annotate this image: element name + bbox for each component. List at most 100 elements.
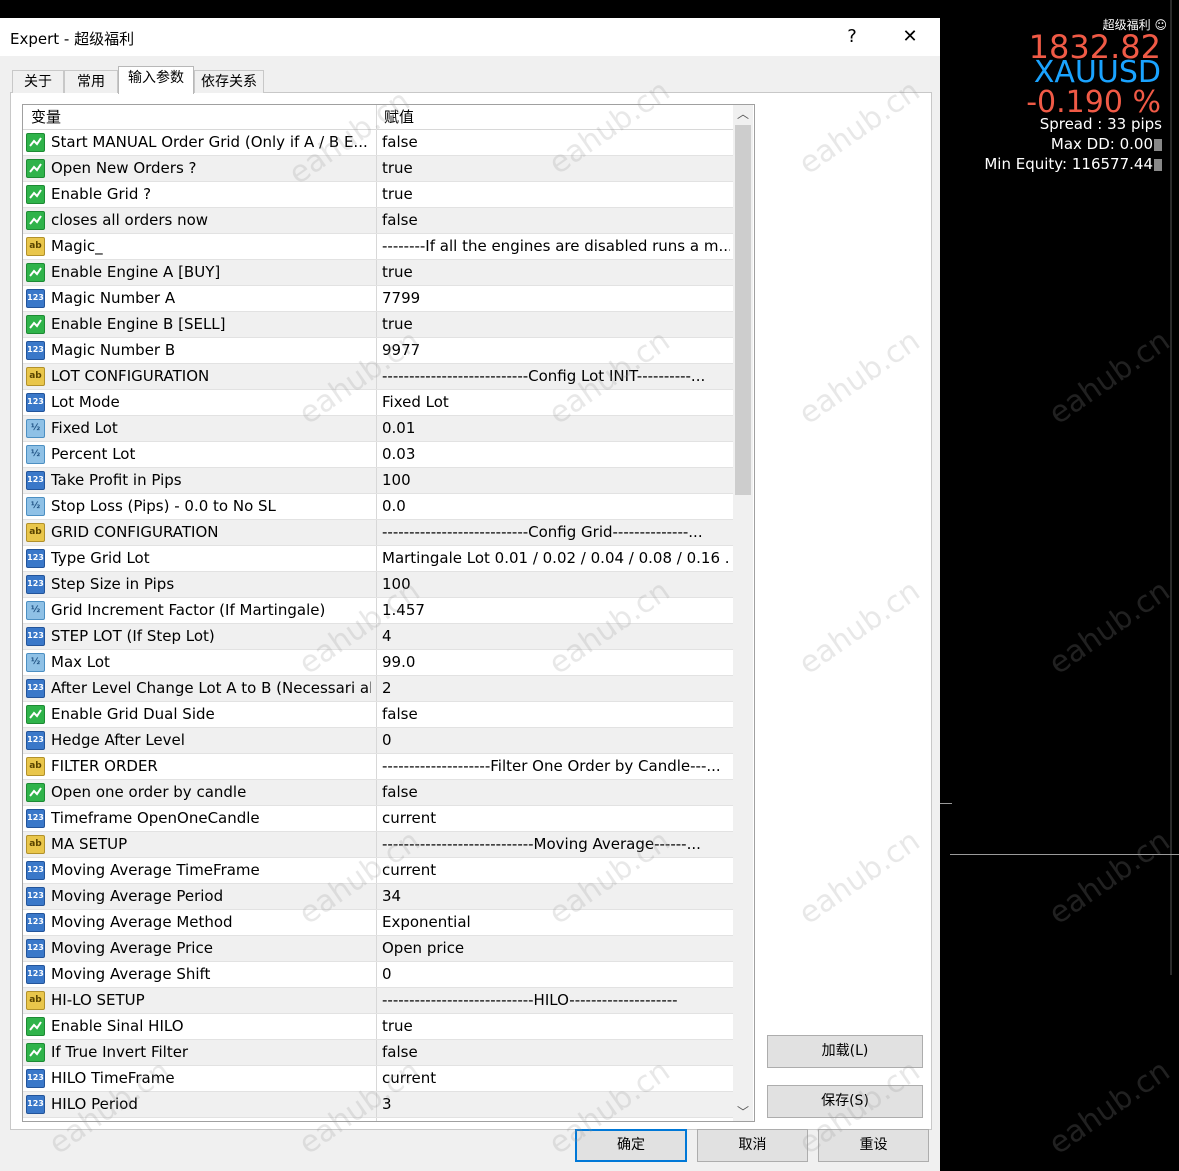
parameter-value[interactable]: Martingale Lot 0.01 / 0.02 / 0.04 / 0.08… [382,546,730,570]
column-header-value[interactable]: 赋值 [384,105,414,129]
parameter-row[interactable]: Enable Engine B [SELL] true [23,312,733,338]
parameter-row[interactable]: ab FILTER ORDER --------------------Filter… [23,754,733,780]
column-header-variable[interactable]: 变量 [31,105,61,129]
parameter-value[interactable]: true [382,182,730,206]
parameter-value[interactable]: 0 [382,962,730,986]
cancel-button[interactable]: 取消 [697,1129,808,1162]
parameter-value[interactable]: Exponential [382,910,730,934]
parameter-value[interactable]: ---------------------------Config Grid--… [382,520,730,544]
parameter-value[interactable]: 100 [382,468,730,492]
integer-type-icon: 123 [26,549,45,568]
parameter-value[interactable]: 0.01 [382,416,730,440]
parameter-value[interactable]: 0 [382,728,730,752]
vertical-scrollbar[interactable]: ︿ ﹀ [733,105,753,1121]
parameter-row[interactable]: ab LOT CONFIGURATION ---------------------… [23,364,733,390]
parameter-row[interactable]: 123 After Level Change Lot A to B (Necess… [23,676,733,702]
parameter-row[interactable]: Start MANUAL Order Grid (Only if A / B E… [23,130,733,156]
parameter-row[interactable]: Open one order by candle false [23,780,733,806]
parameter-value[interactable]: Exponential [382,1118,730,1121]
scroll-up-icon[interactable]: ︿ [733,105,753,123]
parameter-row[interactable]: 123 HILO Method Exponential [23,1118,733,1121]
parameter-row[interactable]: ab Magic_ --------If all the engines are d… [23,234,733,260]
parameter-value[interactable]: current [382,806,730,830]
parameter-value[interactable]: 34 [382,884,730,908]
parameter-row[interactable]: ½ Percent Lot 0.03 [23,442,733,468]
tab-dependencies[interactable]: 依存关系 [194,70,264,93]
parameter-row[interactable]: Enable Sinal HILO true [23,1014,733,1040]
parameter-value[interactable]: 2 [382,676,730,700]
load-button[interactable]: 加载(L) [767,1035,923,1068]
parameter-row[interactable]: ½ Fixed Lot 0.01 [23,416,733,442]
parameter-row[interactable]: 123 Lot Mode Fixed Lot [23,390,733,416]
parameter-value[interactable]: 99.0 [382,650,730,674]
parameter-value[interactable]: false [382,1040,730,1064]
parameter-value[interactable]: true [382,260,730,284]
tab-inputs[interactable]: 输入参数 [118,66,194,94]
close-button[interactable]: ✕ [896,24,924,50]
tab-common[interactable]: 常用 [64,70,118,93]
parameter-value[interactable]: false [382,130,730,154]
close-icon[interactable] [1154,158,1162,171]
parameter-value[interactable]: ---------------------------Config Lot IN… [382,364,730,388]
parameter-row[interactable]: Enable Grid ? true [23,182,733,208]
parameter-row[interactable]: 123 HILO Period 3 [23,1092,733,1118]
parameter-value[interactable]: --------If all the engines are disabled … [382,234,730,258]
parameter-value[interactable]: 7799 [382,286,730,310]
parameter-row[interactable]: 123 Step Size in Pips 100 [23,572,733,598]
parameter-value[interactable]: 0.03 [382,442,730,466]
ok-button[interactable]: 确定 [575,1129,687,1162]
parameter-value[interactable]: false [382,208,730,232]
parameter-value[interactable]: true [382,1014,730,1038]
parameter-row[interactable]: If True Invert Filter false [23,1040,733,1066]
parameter-row[interactable]: ab MA SETUP ----------------------------Mo… [23,832,733,858]
parameter-row[interactable]: ½ Max Lot 99.0 [23,650,733,676]
reset-button[interactable]: 重设 [818,1129,929,1162]
parameter-value[interactable]: current [382,1066,730,1090]
parameter-row[interactable]: 123 Take Profit in Pips 100 [23,468,733,494]
parameter-row[interactable]: 123 Moving Average TimeFrame current [23,858,733,884]
parameter-value[interactable]: true [382,156,730,180]
scroll-thumb[interactable] [735,125,751,495]
parameter-row[interactable]: Open New Orders ? true [23,156,733,182]
parameter-row[interactable]: ½ Grid Increment Factor (If Martingale) 1.… [23,598,733,624]
parameter-row[interactable]: closes all orders now false [23,208,733,234]
parameter-row[interactable]: 123 Moving Average Method Exponential [23,910,733,936]
parameter-value[interactable]: --------------------Filter One Order by … [382,754,730,778]
column-separator[interactable] [376,105,377,130]
parameter-row[interactable]: 123 Magic Number B 9977 [23,338,733,364]
parameter-value[interactable]: 9977 [382,338,730,362]
parameter-row[interactable]: 123 Moving Average Period 34 [23,884,733,910]
parameter-row[interactable]: ab GRID CONFIGURATION --------------------… [23,520,733,546]
parameter-row[interactable]: Enable Grid Dual Side false [23,702,733,728]
close-icon[interactable] [1154,138,1162,151]
help-button[interactable]: ? [838,24,866,50]
parameter-value[interactable]: false [382,780,730,804]
parameter-value[interactable]: ----------------------------Moving Avera… [382,832,730,856]
parameter-value[interactable]: Open price [382,936,730,960]
tab-about[interactable]: 关于 [12,70,64,93]
scroll-down-icon[interactable]: ﹀ [733,1103,753,1121]
parameter-value[interactable]: ----------------------------HILO--------… [382,988,730,1012]
parameter-value[interactable]: 100 [382,572,730,596]
parameter-row[interactable]: 123 Timeframe OpenOneCandle current [23,806,733,832]
parameter-row[interactable]: 123 Moving Average Price Open price [23,936,733,962]
parameter-row[interactable]: 123 Type Grid Lot Martingale Lot 0.01 / 0.… [23,546,733,572]
parameter-row[interactable]: ½ Stop Loss (Pips) - 0.0 to No SL 0.0 [23,494,733,520]
parameter-row[interactable]: 123 Moving Average Shift 0 [23,962,733,988]
save-button[interactable]: 保存(S) [767,1085,923,1118]
parameter-row[interactable]: 123 Hedge After Level 0 [23,728,733,754]
parameter-value[interactable]: 1.457 [382,598,730,622]
parameter-value[interactable]: Fixed Lot [382,390,730,414]
parameter-value[interactable]: 0.0 [382,494,730,518]
parameter-value[interactable]: true [382,312,730,336]
parameter-value[interactable]: current [382,858,730,882]
parameter-value[interactable]: false [382,702,730,726]
parameter-row[interactable]: 123 HILO TimeFrame current [23,1066,733,1092]
parameter-row[interactable]: 123 Magic Number A 7799 [23,286,733,312]
parameter-row[interactable]: 123 STEP LOT (If Step Lot) 4 [23,624,733,650]
parameter-row[interactable]: Enable Engine A [BUY] true [23,260,733,286]
parameter-value[interactable]: 3 [382,1092,730,1116]
parameter-row[interactable]: ab HI-LO SETUP ---------------------------… [23,988,733,1014]
parameter-name: Enable Grid Dual Side [51,705,215,723]
parameter-value[interactable]: 4 [382,624,730,648]
